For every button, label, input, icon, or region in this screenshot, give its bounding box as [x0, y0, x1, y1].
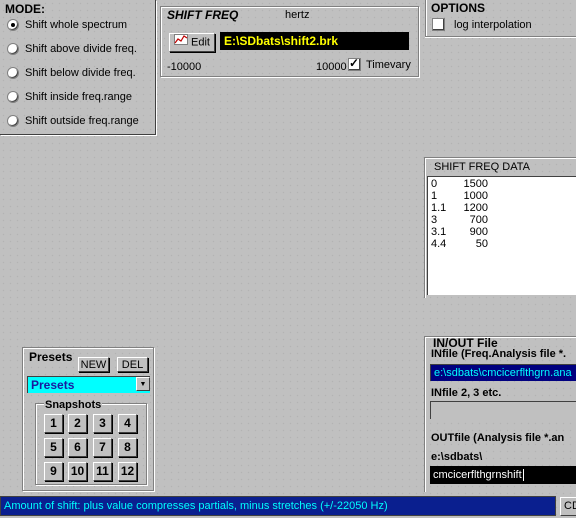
infile23-field[interactable]	[430, 401, 576, 419]
cd-button[interactable]: CD	[560, 497, 576, 516]
snapshot-button-1[interactable]: 1	[44, 414, 63, 433]
data-row: 3.1 900	[431, 226, 488, 238]
graph-icon	[174, 34, 189, 51]
snapshot-button-6[interactable]: 6	[68, 438, 87, 457]
snapshot-button-4[interactable]: 4	[118, 414, 137, 433]
shift-freq-title: SHIFT FREQ	[167, 8, 239, 22]
radio-icon	[7, 19, 19, 31]
snapshot-button-10[interactable]: 10	[68, 462, 87, 481]
data-panel: SHIFT FREQ DATA 0 1500 1 1000 1.1 1200 3 700…	[424, 157, 576, 298]
presets-panel: Presets NEW DEL Presets ▼ Snapshots 1 2 …	[22, 347, 154, 491]
range-min-label: -10000	[167, 61, 202, 73]
snapshot-button-5[interactable]: 5	[44, 438, 63, 457]
mode-option-label: Shift below divide freq.	[25, 67, 136, 79]
infile-label: INfile (Freq.Analysis file *.	[431, 348, 567, 360]
options-panel: OPTIONS log interpolation	[425, 0, 576, 37]
options-title: OPTIONS	[431, 1, 486, 15]
data-row: 1.1 1200	[431, 202, 488, 214]
text-cursor	[522, 469, 524, 482]
infile23-label: INfile 2, 3 etc.	[431, 387, 502, 399]
mode-title: MODE:	[5, 2, 45, 16]
delete-preset-button[interactable]: DEL	[117, 357, 148, 372]
radio-icon	[7, 67, 19, 79]
mode-panel: MODE: Shift whole spectrum Shift above d…	[0, 0, 156, 135]
radio-icon	[7, 91, 19, 103]
edit-button[interactable]: Edit	[169, 33, 215, 52]
data-row: 4.4 50	[431, 238, 488, 250]
radio-icon	[7, 115, 19, 127]
shift-freq-panel: SHIFT FREQ hertz Edit E:\SDbats\shift2.b…	[160, 6, 419, 77]
radio-icon	[7, 43, 19, 55]
data-row: 0 1500	[431, 178, 488, 190]
snapshot-button-2[interactable]: 2	[68, 414, 87, 433]
presets-title: Presets	[29, 350, 73, 364]
inout-file-panel: IN/OUT File INfile (Freq.Analysis file *…	[424, 336, 576, 492]
mode-option-inside[interactable]: Shift inside freq.range	[7, 89, 132, 105]
mode-option-below[interactable]: Shift below divide freq.	[7, 65, 136, 81]
snapshot-button-9[interactable]: 9	[44, 462, 63, 481]
data-row: 3 700	[431, 214, 488, 226]
snapshots-group: Snapshots 1 2 3 4 5 6 7 8 9 10 11 12	[35, 399, 147, 485]
check-icon	[432, 18, 445, 31]
mode-option-whole[interactable]: Shift whole spectrum	[7, 17, 127, 33]
breakpoint-file-field[interactable]: E:\SDbats\shift2.brk	[220, 32, 409, 50]
data-textarea[interactable]: 0 1500 1 1000 1.1 1200 3 700 3.1 900 4.4 50	[427, 176, 576, 295]
preset-select[interactable]: Presets ▼	[27, 376, 150, 393]
new-preset-button[interactable]: NEW	[78, 357, 109, 372]
snapshot-button-7[interactable]: 7	[93, 438, 112, 457]
mode-option-label: Shift above divide freq.	[25, 43, 137, 55]
outfile-field[interactable]: cmcicerflthgrnshift	[430, 466, 576, 484]
mode-option-label: Shift inside freq.range	[25, 91, 133, 103]
range-max-label: 10000	[316, 61, 347, 73]
snapshot-button-12[interactable]: 12	[118, 462, 137, 481]
timevary-checkbox[interactable]: Timevary	[348, 56, 411, 71]
outfile-label: OUTfile (Analysis file *.an	[431, 432, 565, 444]
mode-option-above[interactable]: Shift above divide freq.	[7, 41, 137, 57]
infile-field[interactable]: e:\sdbats\cmcicerflthgrn.ana	[430, 364, 576, 381]
mode-option-label: Shift outside freq.range	[25, 115, 139, 127]
check-icon	[348, 56, 361, 71]
unit-label: hertz	[285, 9, 310, 21]
status-bar: Amount of shift: plus value compresses p…	[0, 496, 556, 516]
snapshot-button-8[interactable]: 8	[118, 438, 137, 457]
snapshot-button-3[interactable]: 3	[93, 414, 112, 433]
data-title: SHIFT FREQ DATA	[434, 161, 530, 173]
chevron-down-icon[interactable]: ▼	[136, 377, 150, 391]
data-row: 1 1000	[431, 190, 488, 202]
snapshots-title: Snapshots	[44, 399, 103, 411]
snapshot-button-11[interactable]: 11	[93, 462, 112, 481]
mode-option-label: Shift whole spectrum	[25, 19, 128, 31]
mode-option-outside[interactable]: Shift outside freq.range	[7, 113, 139, 129]
log-interpolation-checkbox[interactable]: log interpolation	[432, 18, 532, 31]
outfile-directory: e:\sdbats\	[431, 451, 483, 463]
